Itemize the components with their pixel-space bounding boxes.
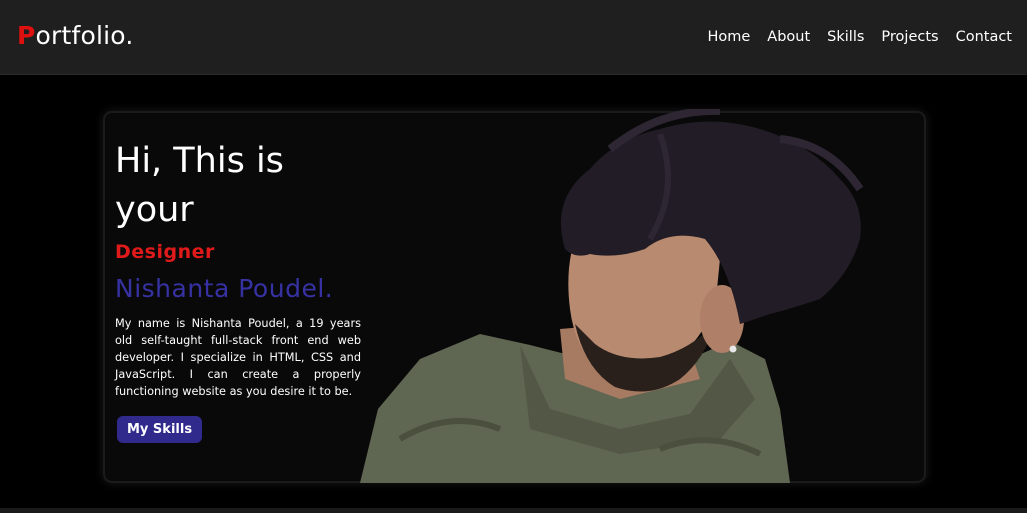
portrait-photo [360,109,864,483]
greeting-line-2: your [115,190,194,230]
earring [729,345,737,353]
hero-greeting: Hi, This is your [115,137,361,235]
hero-name: Nishanta Poudel. [115,274,334,303]
nav-link-projects[interactable]: Projects [881,29,938,45]
hero-text: Hi, This is your Designer Nishanta Poude… [115,137,361,443]
navbar: Portfolio. Home About Skills Projects Co… [0,0,1027,75]
site-logo[interactable]: Portfolio. [17,21,134,50]
nav-link-home[interactable]: Home [707,29,750,45]
nav-menu: Home About Skills Projects Contact [690,29,1012,45]
nav-link-contact[interactable]: Contact [956,29,1012,45]
greeting-line-1: Hi, This is [115,141,284,181]
nav-link-about[interactable]: About [767,29,810,45]
nav-link-skills[interactable]: Skills [827,29,864,45]
logo-initial: P [17,21,36,50]
logo-text: ortfolio. [35,21,134,50]
my-skills-button[interactable]: My Skills [117,416,203,443]
hero-card: Hi, This is your Designer Nishanta Poude… [103,109,926,483]
hero-role: Designer [115,241,215,263]
hero-bio: My name is Nishanta Poudel, a 19 years o… [115,317,361,398]
page-bottom-strip [0,508,1027,513]
